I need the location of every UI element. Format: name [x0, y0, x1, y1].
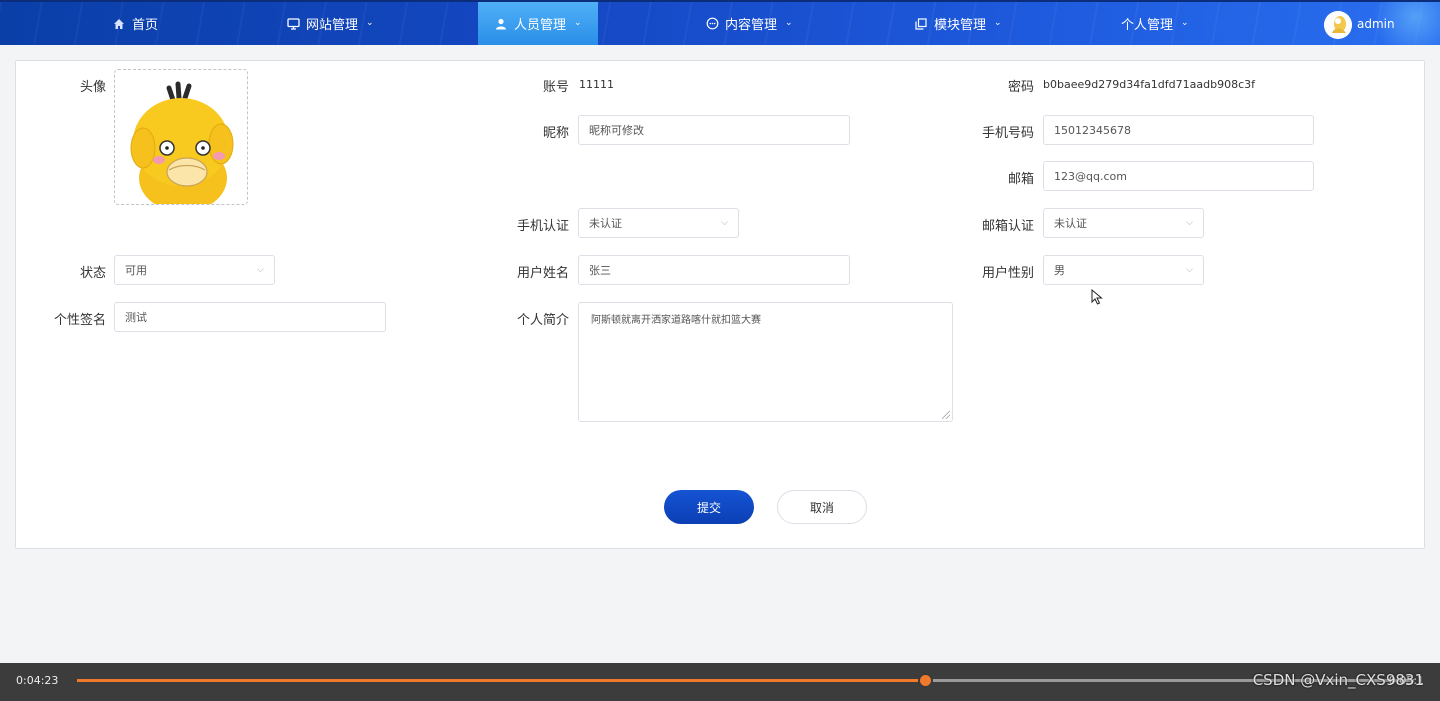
nav-item-people[interactable]: 人员管理 ⌄ [478, 2, 598, 45]
current-time: 0:04:23 [16, 674, 59, 687]
email-value: 123@qq.com [1054, 169, 1127, 183]
chevron-down-icon: ⌄ [1181, 17, 1189, 28]
status-label: 状态 [79, 266, 106, 281]
submit-button[interactable]: 提交 [664, 490, 754, 524]
bio-label: 个人简介 [516, 313, 569, 328]
nav-item-label: 网站管理 [306, 18, 359, 33]
phone-value: 15012345678 [1054, 123, 1131, 137]
psyduck-image [130, 81, 234, 204]
progress-track[interactable] [77, 673, 1414, 688]
chevron-down-icon: ⌵ [721, 218, 728, 228]
nav-item-label: 人员管理 [514, 18, 567, 33]
nav-item-content[interactable]: 内容管理 ⌄ [705, 2, 793, 45]
status-value: 可用 [125, 264, 147, 277]
chevron-down-icon: ⌵ [1186, 265, 1193, 275]
gender-value: 男 [1054, 264, 1065, 277]
monitor-icon [286, 17, 300, 31]
nav-item-module[interactable]: 模块管理 ⌄ [914, 2, 1002, 45]
top-nav: 首页 网站管理 ⌄ 人员管理 ⌄ 内容管理 ⌄ 模块管理 ⌄ 个人管理 ⌄ ad… [0, 0, 1440, 45]
chevron-down-icon: ⌵ [1186, 218, 1193, 228]
realname-value: 张三 [589, 264, 611, 277]
gender-label: 用户性别 [981, 266, 1034, 281]
nav-item-label: 个人管理 [1121, 18, 1174, 33]
bio-value: 阿斯顿就离开洒家道路喀什就扣篮大赛 [591, 315, 761, 326]
signature-input[interactable]: 测试 [114, 302, 386, 332]
user-edit-form: 头像 状态 可用 ⌵ 个性签名 测试 账号 11111 昵称 昵称可修改 手机认… [15, 60, 1425, 549]
mouse-cursor-icon [1091, 289, 1103, 305]
avatar-upload[interactable] [114, 69, 248, 205]
nav-item-label: 内容管理 [725, 18, 778, 33]
signature-value: 测试 [125, 311, 147, 324]
chevron-down-icon: ⌄ [785, 17, 793, 28]
realname-label: 用户姓名 [516, 266, 569, 281]
email-input[interactable]: 123@qq.com [1043, 161, 1314, 191]
password-label: 密码 [1007, 80, 1034, 95]
username-label[interactable]: admin [1357, 17, 1395, 31]
gender-select[interactable]: 男 ⌵ [1043, 255, 1204, 285]
chat-icon [705, 17, 719, 31]
bio-textarea[interactable]: 阿斯顿就离开洒家道路喀什就扣篮大赛 [578, 302, 953, 422]
nav-item-website[interactable]: 网站管理 ⌄ [286, 2, 374, 45]
progress-handle[interactable] [917, 673, 933, 688]
email-verify-value: 未认证 [1054, 217, 1087, 230]
email-label: 邮箱 [1007, 172, 1034, 187]
realname-input[interactable]: 张三 [578, 255, 850, 285]
phone-verify-value: 未认证 [589, 217, 622, 230]
account-label: 账号 [542, 80, 569, 95]
nav-item-home[interactable]: 首页 [112, 2, 158, 45]
progress-fill [77, 679, 925, 682]
nickname-value: 昵称可修改 [589, 124, 644, 137]
user-icon [494, 17, 508, 31]
phone-label: 手机号码 [981, 126, 1034, 141]
avatar[interactable] [1324, 11, 1352, 39]
status-select[interactable]: 可用 ⌵ [114, 255, 275, 285]
email-verify-select[interactable]: 未认证 ⌵ [1043, 208, 1204, 238]
email-verify-label: 邮箱认证 [981, 219, 1034, 234]
watermark: CSDN @Vxin_CXS9831 [1252, 671, 1424, 689]
home-icon [112, 17, 126, 31]
cancel-button[interactable]: 取消 [777, 490, 867, 524]
account-value: 11111 [579, 78, 614, 91]
nickname-input[interactable]: 昵称可修改 [578, 115, 850, 145]
chevron-down-icon: ⌄ [994, 17, 1002, 28]
video-player-bar: 0:04:23 0:05:1 CSDN @Vxin_CXS9831 [0, 663, 1440, 701]
nav-item-personal[interactable]: 个人管理 ⌄ [1121, 2, 1189, 45]
resize-handle[interactable] [942, 411, 950, 419]
nickname-label: 昵称 [542, 126, 569, 141]
nav-item-label: 模块管理 [934, 18, 987, 33]
password-value: b0baee9d279d34fa1dfd71aadb908c3f [1043, 78, 1256, 91]
nav-item-label: 首页 [132, 18, 159, 33]
copy-icon [914, 17, 928, 31]
chevron-down-icon: ⌵ [257, 265, 264, 275]
avatar-label: 头像 [79, 80, 106, 95]
phone-verify-select[interactable]: 未认证 ⌵ [578, 208, 739, 238]
phone-input[interactable]: 15012345678 [1043, 115, 1314, 145]
chevron-down-icon: ⌄ [366, 17, 374, 28]
phone-verify-label: 手机认证 [516, 219, 569, 234]
signature-label: 个性签名 [53, 313, 106, 328]
chevron-down-icon: ⌄ [574, 17, 582, 28]
